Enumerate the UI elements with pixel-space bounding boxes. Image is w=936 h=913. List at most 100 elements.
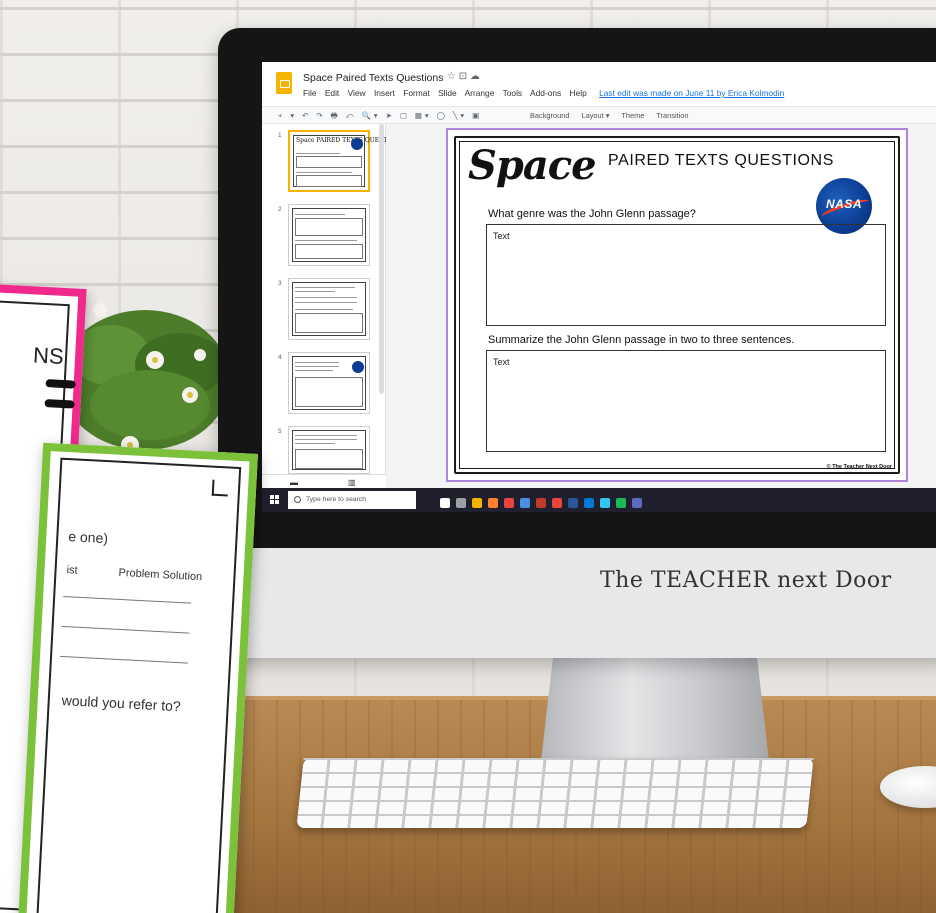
taskbar-app-icon[interactable] (552, 498, 562, 508)
slide-number: 2 (278, 206, 282, 213)
google-slides-icon[interactable] (276, 72, 292, 94)
menu-insert[interactable]: Insert (374, 88, 395, 98)
toolbar-icons[interactable]: + ▾ ↶ ↷ 🖶 ⤺ 🔍▾ ➤ ▢ ▦▾ ◯ ╲▾ ▣ (278, 110, 482, 123)
thumbnail-answer-box (295, 218, 363, 236)
thumbnail-text-line (295, 366, 339, 367)
slide-thumbnail-row[interactable]: 1 Space PAIRED TEXTS QUESTIONS (262, 130, 404, 196)
grid-view-icon[interactable]: ▥ (348, 478, 356, 487)
search-placeholder: Type here to search (306, 496, 367, 503)
answer-text-2[interactable]: Text (493, 357, 510, 367)
slide-thumbnail-row[interactable]: 4 (262, 352, 386, 418)
filmstrip-view-toggle: ▬ ▥ (262, 474, 386, 488)
menu-slide[interactable]: Slide (438, 88, 457, 98)
thumbnail-text-line (295, 362, 339, 363)
nasa-logo-icon (351, 138, 363, 150)
monitor-stand (540, 650, 770, 770)
thumbnail-text-line (295, 435, 357, 436)
menu-edit[interactable]: Edit (325, 88, 339, 98)
screen: Space Paired Texts Questions ☆ ⊡ ☁ File … (262, 62, 936, 512)
slide-thumbnail[interactable] (288, 204, 370, 266)
thumbnail-text-line (295, 287, 355, 288)
brand-logo-text: The TEACHER next Door (600, 568, 892, 593)
thumbnail-answer-box (295, 244, 363, 259)
keyboard-keys (296, 758, 814, 828)
nasa-logo-text: NASA (825, 197, 862, 211)
thumbnail-text-line (295, 302, 357, 303)
star-folder-cloud-icons[interactable]: ☆ ⊡ ☁ (447, 71, 480, 82)
answer-box-2[interactable]: Text (486, 350, 886, 452)
app-header: Space Paired Texts Questions ☆ ⊡ ☁ File … (262, 62, 936, 106)
menu-help[interactable]: Help (570, 88, 587, 98)
layout-button[interactable]: Layout ▾ (582, 111, 610, 120)
slide-thumbnail[interactable] (288, 352, 370, 414)
thumbnail-text-line (295, 291, 335, 292)
worksheet-text: e one) (67, 528, 109, 547)
thumbnail-text-line (295, 370, 333, 371)
slide-thumbnail[interactable] (288, 426, 370, 474)
transition-button[interactable]: Transition (656, 111, 688, 120)
question-1[interactable]: What genre was the John Glenn passage? (488, 208, 696, 220)
thumbnail-text-line (295, 214, 345, 215)
taskbar-app-icon[interactable] (504, 498, 514, 508)
slide[interactable]: Space PAIRED TEXTS QUESTIONS NASA What g… (446, 128, 908, 482)
taskbar-app-icon[interactable] (632, 498, 642, 508)
worksheet-question: would you refer to? (61, 692, 182, 715)
menu-arrange[interactable]: Arrange (465, 88, 495, 98)
question-2[interactable]: Summarize the John Glenn passage in two … (488, 334, 794, 346)
taskbar-app-icon[interactable] (488, 498, 498, 508)
answer-text-1[interactable]: Text (493, 231, 510, 241)
filmstrip-scrollbar[interactable] (379, 124, 384, 394)
answer-box-1[interactable]: Text (486, 224, 886, 326)
taskbar-search-input[interactable]: Type here to search (288, 491, 416, 509)
theme-button[interactable]: Theme (621, 111, 644, 120)
slide-border: Space PAIRED TEXTS QUESTIONS NASA What g… (454, 136, 900, 474)
taskbar-app-icon[interactable] (568, 498, 578, 508)
slide-heading[interactable]: PAIRED TEXTS QUESTIONS (608, 152, 834, 170)
slide-thumbnail[interactable]: Space PAIRED TEXTS QUESTIONS (288, 130, 404, 192)
slide-number: 3 (278, 280, 282, 287)
toolbar-buttons: Background Layout ▾ Theme Transition (530, 111, 699, 120)
taskbar-app-icon[interactable] (440, 498, 450, 508)
slide-number: 4 (278, 354, 282, 361)
menu-view[interactable]: View (348, 88, 366, 98)
thumbnail-text-line (295, 240, 357, 241)
taskbar-app-icon[interactable] (616, 498, 626, 508)
taskbar-apps (440, 495, 648, 512)
copyright-credit: © The Teacher Next Door (826, 464, 892, 470)
thumbnail-answer-box (296, 156, 362, 168)
thumbnail-text-line (295, 443, 335, 444)
green-worksheet: e one) ist Problem Solution would you re… (17, 442, 258, 913)
menu-tools[interactable]: Tools (503, 88, 523, 98)
menu-addons[interactable]: Add-ons (530, 88, 561, 98)
taskbar-app-icon[interactable] (472, 498, 482, 508)
thumbnail-text-line (296, 172, 352, 173)
windows-taskbar: Type here to search (262, 488, 936, 512)
taskbar-app-icon[interactable] (520, 498, 530, 508)
last-edit-link[interactable]: Last edit was made on June 11 by Erica K… (599, 88, 784, 98)
slide-number: 5 (278, 428, 282, 435)
nasa-logo-icon (352, 361, 364, 373)
taskbar-app-icon[interactable] (584, 498, 594, 508)
filmstrip-view-icon[interactable]: ▬ (290, 478, 298, 487)
slide-thumbnail[interactable] (288, 278, 370, 340)
background-button[interactable]: Background (530, 111, 569, 120)
windows-start-icon[interactable] (270, 495, 280, 505)
slide-thumbnail-row[interactable]: 2 (262, 204, 386, 270)
thumbnail-answer-box (295, 377, 363, 407)
answer-line (60, 655, 188, 664)
document-title[interactable]: Space Paired Texts Questions (303, 72, 443, 84)
menu-format[interactable]: Format (403, 88, 430, 98)
slide-title-space[interactable]: Space (468, 142, 597, 189)
menu-file[interactable]: File (303, 88, 317, 98)
answer-line (61, 625, 190, 634)
taskbar-app-icon[interactable] (456, 498, 466, 508)
thumbnail-text-line (295, 439, 357, 440)
slide-thumbnail-row[interactable]: 3 (262, 278, 386, 344)
taskbar-app-icon[interactable] (536, 498, 546, 508)
slide-filmstrip: 1 Space PAIRED TEXTS QUESTIONS 2 3 4 5 (262, 124, 404, 488)
thumbnail-answer-box (295, 313, 363, 333)
thumbnail-text-line (295, 309, 353, 310)
taskbar-app-icon[interactable] (600, 498, 610, 508)
thumbnail-text-line (296, 153, 340, 154)
keyboard (296, 758, 814, 828)
